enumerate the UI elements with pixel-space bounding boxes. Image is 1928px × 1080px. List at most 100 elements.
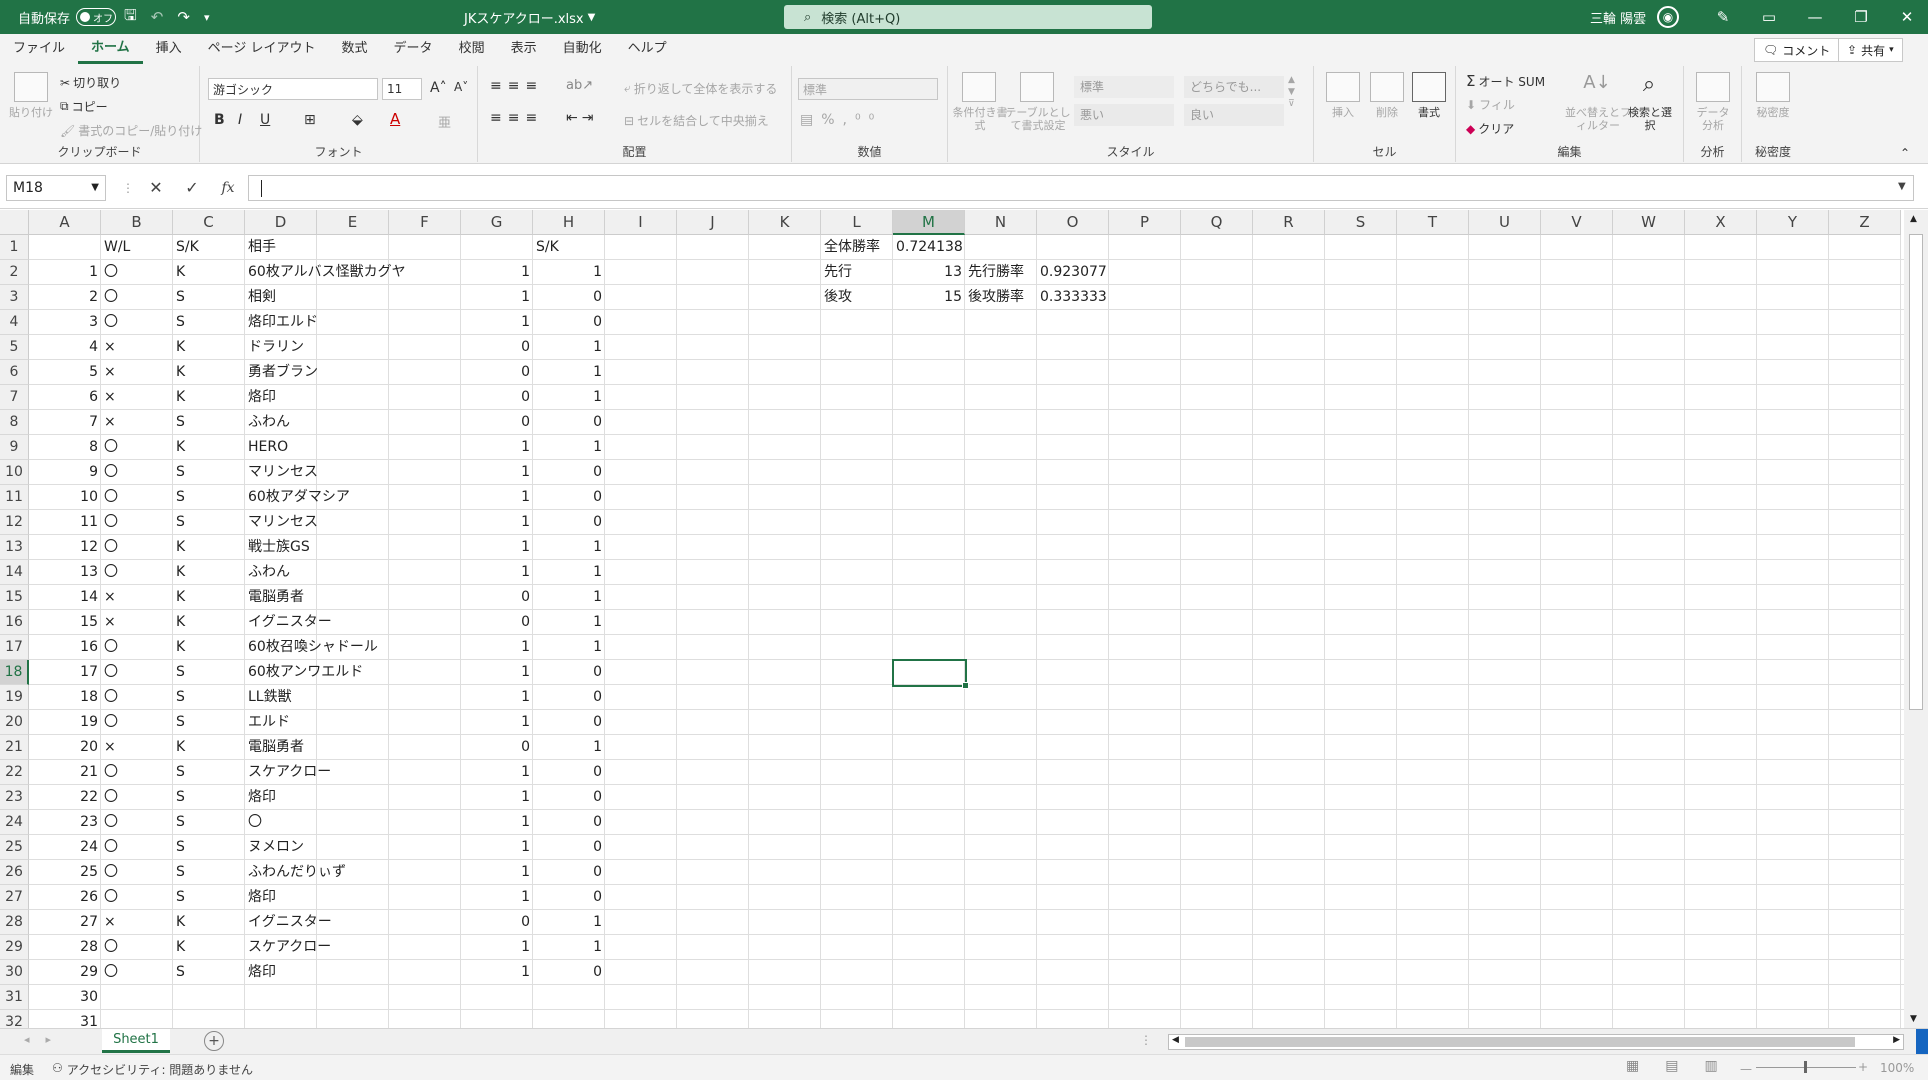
row-header[interactable]: 11	[0, 485, 29, 510]
copy-button[interactable]: ⧉ コピー	[60, 98, 108, 115]
row-header[interactable]: 14	[0, 560, 29, 585]
column-header-v[interactable]: V	[1541, 210, 1613, 235]
restore-icon[interactable]: ❐	[1838, 8, 1884, 26]
undo-icon[interactable]: ↶	[151, 8, 164, 26]
cut-button[interactable]: ✂ 切り取り	[60, 74, 121, 91]
accessibility-status[interactable]: ⚇ アクセシビリティ: 問題ありません	[52, 1061, 253, 1078]
paste-icon[interactable]	[14, 72, 48, 102]
view-buttons[interactable]: ▦▤▥	[1626, 1058, 1744, 1074]
insert-function-icon[interactable]: fx	[212, 175, 244, 201]
insert-cells-button[interactable]: 挿入	[1318, 106, 1368, 119]
horizontal-scrollbar[interactable]: ◀ ▶	[1168, 1034, 1904, 1050]
row-header[interactable]: 12	[0, 510, 29, 535]
split-handle-icon[interactable]: ⋮	[1140, 1033, 1152, 1047]
column-header-m[interactable]: M	[893, 210, 965, 235]
row-header[interactable]: 24	[0, 810, 29, 835]
number-format-combo[interactable]: 標準	[798, 78, 938, 100]
row-header[interactable]: 5	[0, 335, 29, 360]
column-header-e[interactable]: E	[317, 210, 389, 235]
column-header-r[interactable]: R	[1253, 210, 1325, 235]
column-header-o[interactable]: O	[1037, 210, 1109, 235]
column-header-z[interactable]: Z	[1829, 210, 1901, 235]
style-neutral[interactable]: どちらでも...	[1184, 76, 1284, 98]
file-name[interactable]: JKスケアクロー.xlsx ▼	[464, 0, 595, 34]
row-header[interactable]: 32	[0, 1010, 29, 1028]
column-header-w[interactable]: W	[1613, 210, 1685, 235]
column-header-j[interactable]: J	[677, 210, 749, 235]
zoom-in-icon[interactable]: +	[1858, 1060, 1868, 1074]
row-header[interactable]: 13	[0, 535, 29, 560]
row-header[interactable]: 26	[0, 860, 29, 885]
pen-icon[interactable]: ✎	[1700, 8, 1746, 26]
zoom-level[interactable]: 100%	[1880, 1061, 1914, 1075]
share-button[interactable]: ⇪ 共有 ▾	[1838, 38, 1903, 62]
sort-filter-button[interactable]: 並べ替えとフィルター	[1564, 106, 1632, 132]
column-header-b[interactable]: B	[101, 210, 173, 235]
autosave-control[interactable]: 自動保存 オフ	[18, 0, 117, 34]
close-icon[interactable]: ✕	[1884, 8, 1928, 26]
font-name-combo[interactable]: 游ゴシック	[208, 78, 378, 100]
row-header[interactable]: 6	[0, 360, 29, 385]
vertical-align-icons[interactable]: ≡≡≡	[490, 78, 543, 94]
column-header-g[interactable]: G	[461, 210, 533, 235]
row-header[interactable]: 20	[0, 710, 29, 735]
bold-button[interactable]: B	[214, 112, 225, 128]
row-header[interactable]: 1	[0, 235, 29, 260]
column-header-i[interactable]: I	[605, 210, 677, 235]
row-header[interactable]: 2	[0, 260, 29, 285]
font-size-combo[interactable]: 11	[382, 78, 422, 100]
wrap-text-button[interactable]: ⤶ 折り返して全体を表示する	[624, 80, 777, 97]
collapse-ribbon-icon[interactable]: ⌃	[1900, 146, 1910, 160]
column-header-s[interactable]: S	[1325, 210, 1397, 235]
ribbon-display-icon[interactable]: ▭	[1746, 8, 1792, 26]
fill-color-icon[interactable]: ⬙	[352, 112, 363, 128]
sheet-nav-icons[interactable]: ◂▸	[24, 1033, 67, 1046]
column-header-t[interactable]: T	[1397, 210, 1469, 235]
row-header[interactable]: 8	[0, 410, 29, 435]
border-icon[interactable]: ⊞	[304, 112, 316, 128]
merge-center-button[interactable]: ⊟ セルを結合して中央揃え	[624, 112, 769, 129]
row-header[interactable]: 25	[0, 835, 29, 860]
formula-input[interactable]	[248, 175, 1914, 201]
add-sheet-icon[interactable]: +	[204, 1031, 224, 1051]
column-header-n[interactable]: N	[965, 210, 1037, 235]
zoom-slider-thumb[interactable]	[1804, 1061, 1807, 1073]
row-header[interactable]: 7	[0, 385, 29, 410]
row-header[interactable]: 16	[0, 610, 29, 635]
column-header-k[interactable]: K	[749, 210, 821, 235]
data-analysis-icon[interactable]	[1696, 72, 1730, 102]
row-header[interactable]: 22	[0, 760, 29, 785]
customize-qat-icon[interactable]: ▾	[204, 11, 210, 24]
column-header-f[interactable]: F	[389, 210, 461, 235]
style-good[interactable]: 良い	[1184, 104, 1284, 126]
style-normal[interactable]: 標準	[1074, 76, 1174, 98]
tab-9[interactable]: ヘルプ	[615, 34, 680, 64]
underline-button[interactable]: U	[260, 112, 270, 128]
sort-filter-icon[interactable]: A↓	[1580, 72, 1614, 102]
style-bad[interactable]: 悪い	[1074, 104, 1174, 126]
row-header[interactable]: 4	[0, 310, 29, 335]
row-header[interactable]: 23	[0, 785, 29, 810]
insert-cells-icon[interactable]	[1326, 72, 1360, 102]
scroll-up-icon[interactable]: ▲	[1910, 214, 1917, 224]
select-all-corner[interactable]	[0, 210, 29, 235]
row-header[interactable]: 3	[0, 285, 29, 310]
row-header[interactable]: 10	[0, 460, 29, 485]
tab-7[interactable]: 表示	[498, 34, 550, 64]
table-format-button[interactable]: テーブルとして書式設定	[1002, 106, 1074, 132]
tab-2[interactable]: 挿入	[143, 34, 195, 64]
row-header[interactable]: 18	[0, 660, 29, 685]
row-header[interactable]: 30	[0, 960, 29, 985]
row-header[interactable]: 15	[0, 585, 29, 610]
row-header[interactable]: 27	[0, 885, 29, 910]
cancel-icon[interactable]: ✕	[140, 175, 172, 201]
grow-font-icon[interactable]: A˄	[430, 80, 447, 96]
number-format-icons[interactable]: ▤%,⁰⁰	[800, 112, 882, 128]
enter-icon[interactable]: ✓	[176, 175, 208, 201]
shrink-font-icon[interactable]: A˅	[454, 80, 468, 94]
column-header-p[interactable]: P	[1109, 210, 1181, 235]
tab-4[interactable]: 数式	[329, 34, 381, 64]
row-header[interactable]: 31	[0, 985, 29, 1010]
fill-button[interactable]: ⬇ フィル	[1466, 96, 1515, 113]
orientation-icon[interactable]: ab↗	[566, 78, 593, 93]
